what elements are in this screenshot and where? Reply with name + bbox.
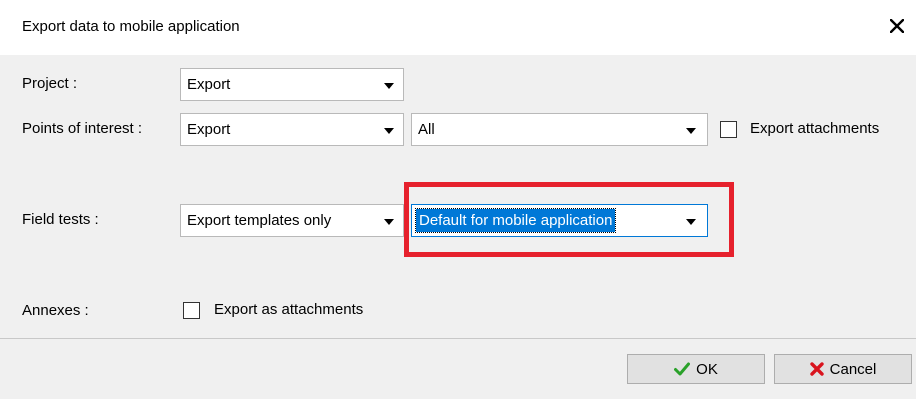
field-tests-template-select[interactable]: Default for mobile application xyxy=(411,204,708,237)
chevron-down-icon xyxy=(384,219,394,225)
checkmark-icon xyxy=(674,362,691,376)
export-attachments-checkbox[interactable] xyxy=(720,121,737,138)
points-of-interest-filter-value: All xyxy=(418,121,435,138)
cancel-button[interactable]: Cancel xyxy=(774,354,912,384)
chevron-down-icon xyxy=(686,219,696,225)
export-dialog: Export data to mobile application Projec… xyxy=(0,0,916,399)
field-tests-select[interactable]: Export templates only xyxy=(180,204,404,237)
dialog-body: Project : Export Points of interest : Ex… xyxy=(0,55,916,399)
project-select[interactable]: Export xyxy=(180,68,404,101)
export-as-attachments-label: Export as attachments xyxy=(214,301,364,318)
dialog-title: Export data to mobile application xyxy=(22,18,240,35)
export-attachments-label: Export attachments xyxy=(750,120,880,137)
chevron-down-icon xyxy=(384,83,394,89)
cancel-button-label: Cancel xyxy=(829,360,877,378)
ok-button[interactable]: OK xyxy=(627,354,765,384)
title-bar: Export data to mobile application xyxy=(0,0,916,55)
chevron-down-icon xyxy=(384,128,394,134)
annexes-label: Annexes : xyxy=(22,302,89,319)
field-tests-label: Field tests : xyxy=(22,211,99,228)
points-of-interest-select[interactable]: Export xyxy=(180,113,404,146)
footer-separator xyxy=(0,338,916,339)
ok-button-label: OK xyxy=(696,360,718,378)
close-button[interactable] xyxy=(882,11,912,41)
export-as-attachments-checkbox[interactable] xyxy=(183,302,200,319)
project-label: Project : xyxy=(22,75,78,92)
x-icon xyxy=(809,362,824,376)
field-tests-template-value: Default for mobile application xyxy=(414,208,617,233)
points-of-interest-filter-select[interactable]: All xyxy=(411,113,708,146)
points-of-interest-select-value: Export xyxy=(187,121,231,138)
points-of-interest-label: Points of interest : xyxy=(22,120,143,137)
close-icon xyxy=(890,19,904,33)
project-select-value: Export xyxy=(187,76,231,93)
chevron-down-icon xyxy=(686,128,696,134)
field-tests-select-value: Export templates only xyxy=(187,212,332,229)
